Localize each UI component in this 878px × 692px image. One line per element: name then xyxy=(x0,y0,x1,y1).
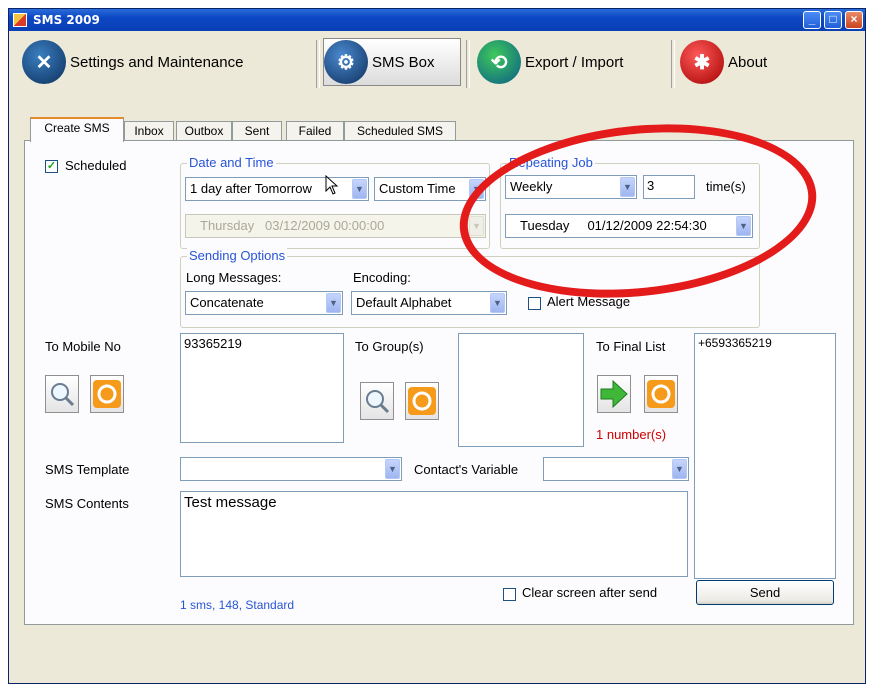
refresh-icon xyxy=(647,380,675,408)
encoding-label: Encoding: xyxy=(353,270,411,285)
toolbar-separator xyxy=(671,40,675,88)
scheduled-label: Scheduled xyxy=(65,158,127,173)
chevron-down-icon: ▼ xyxy=(385,459,400,479)
tab-scheduled-sms[interactable]: Scheduled SMS xyxy=(344,121,456,141)
repeating-job-caption: Repeating Job xyxy=(507,155,595,170)
refresh-icon xyxy=(408,387,436,415)
to-group-label: To Group(s) xyxy=(355,339,424,354)
encoding-value: Default Alphabet xyxy=(356,295,452,310)
encoding-select[interactable]: Default Alphabet ▼ xyxy=(351,291,507,315)
frequency-select[interactable]: Weekly ▼ xyxy=(505,175,637,199)
search-group-button[interactable] xyxy=(360,382,394,420)
minimize-button[interactable]: _ xyxy=(803,11,821,29)
send-button[interactable]: Send xyxy=(696,580,834,605)
sms-contents-input[interactable]: Test message xyxy=(180,491,688,577)
sync-icon: ⟲ xyxy=(477,40,521,84)
chevron-down-icon: ▼ xyxy=(326,293,341,313)
app-icon xyxy=(13,13,27,27)
times-label: time(s) xyxy=(706,179,746,194)
scheduled-checkbox[interactable]: ✓ xyxy=(45,160,58,173)
tab-create-sms[interactable]: Create SMS xyxy=(30,117,124,142)
contact-variable-label: Contact's Variable xyxy=(414,462,519,477)
export-import-button[interactable]: ⟲ Export / Import xyxy=(477,38,667,86)
toolbar-separator xyxy=(466,40,470,88)
magnifier-icon xyxy=(366,390,390,414)
title-bar: SMS 2009 _ □ × xyxy=(9,9,865,31)
chevron-down-icon: ▼ xyxy=(469,216,484,236)
smsbox-button[interactable]: ⚙ SMS Box xyxy=(323,38,461,86)
to-mobile-input[interactable]: 93365219 xyxy=(180,333,344,443)
settings-button[interactable]: ✕ Settings and Maintenance xyxy=(22,38,312,86)
close-button[interactable]: × xyxy=(845,11,863,29)
alert-message-label: Alert Message xyxy=(547,294,631,309)
settings-label: Settings and Maintenance xyxy=(70,53,244,71)
tab-failed[interactable]: Failed xyxy=(286,121,344,141)
tab-inbox[interactable]: Inbox xyxy=(124,121,174,141)
final-list[interactable]: +6593365219 xyxy=(694,333,836,579)
repeat-start-picker[interactable]: Tuesday 01/12/2009 22:54:30 ▼ xyxy=(505,214,753,238)
gear-icon: ⚙ xyxy=(324,40,368,84)
lifebuoy-icon: ✱ xyxy=(680,40,724,84)
contact-variable-select[interactable]: ▼ xyxy=(543,457,689,481)
alert-message-checkbox[interactable] xyxy=(528,297,541,310)
date-time-caption: Date and Time xyxy=(187,155,276,170)
maximize-button[interactable]: □ xyxy=(824,11,842,29)
times-input[interactable]: 3 xyxy=(643,175,695,199)
clear-final-button[interactable] xyxy=(644,375,678,413)
final-count-label: 1 number(s) xyxy=(596,427,667,442)
chevron-down-icon: ▼ xyxy=(469,179,484,199)
clear-screen-label: Clear screen after send xyxy=(522,585,658,600)
long-messages-label: Long Messages: xyxy=(186,270,282,285)
time-select[interactable]: Custom Time ▼ xyxy=(374,177,486,201)
time-select-value: Custom Time xyxy=(379,181,456,196)
day-select[interactable]: 1 day after Tomorrow ▼ xyxy=(185,177,369,201)
sms-template-label: SMS Template xyxy=(45,462,130,477)
toolbar-separator xyxy=(316,40,320,88)
repeat-start-value: 01/12/2009 22:54:30 xyxy=(587,218,707,233)
sms-contents-label: SMS Contents xyxy=(45,496,129,511)
about-label: About xyxy=(728,53,768,71)
sms-status: 1 sms, 148, Standard xyxy=(180,598,295,612)
datetime-picker[interactable]: Thursday 03/12/2009 00:00:00 ▼ xyxy=(185,214,486,238)
magnifier-icon xyxy=(51,383,75,407)
clear-mobile-button[interactable] xyxy=(90,375,124,413)
tab-outbox[interactable]: Outbox xyxy=(176,121,232,141)
repeat-start-day: Tuesday xyxy=(520,218,570,233)
clear-screen-checkbox[interactable] xyxy=(503,588,516,601)
window-title: SMS 2009 xyxy=(33,13,100,27)
smsbox-label: SMS Box xyxy=(372,53,435,71)
long-messages-select[interactable]: Concatenate ▼ xyxy=(185,291,343,315)
chevron-down-icon: ▼ xyxy=(620,177,635,197)
tab-sent[interactable]: Sent xyxy=(232,121,282,141)
frequency-value: Weekly xyxy=(510,179,553,194)
to-group-list[interactable] xyxy=(458,333,584,447)
refresh-icon xyxy=(93,380,121,408)
day-select-value: 1 day after Tomorrow xyxy=(190,181,312,196)
chevron-down-icon: ▼ xyxy=(672,459,687,479)
search-mobile-button[interactable] xyxy=(45,375,79,413)
datetime-value: 03/12/2009 00:00:00 xyxy=(265,218,385,233)
chevron-down-icon: ▼ xyxy=(352,179,367,199)
sms-template-select[interactable]: ▼ xyxy=(180,457,402,481)
export-label: Export / Import xyxy=(525,53,624,71)
clear-group-button[interactable] xyxy=(405,382,439,420)
wrench-icon: ✕ xyxy=(22,40,66,84)
chevron-down-icon: ▼ xyxy=(736,216,751,236)
to-final-list-label: To Final List xyxy=(596,339,666,354)
long-messages-value: Concatenate xyxy=(190,295,264,310)
datetime-day: Thursday xyxy=(200,218,255,233)
to-mobile-label: To Mobile No xyxy=(45,339,121,354)
mouse-cursor-icon xyxy=(325,175,339,195)
add-to-final-button[interactable] xyxy=(597,375,631,413)
about-button[interactable]: ✱ About xyxy=(680,38,790,86)
chevron-down-icon: ▼ xyxy=(490,293,505,313)
sending-options-caption: Sending Options xyxy=(187,248,288,263)
arrow-right-icon xyxy=(600,379,628,409)
